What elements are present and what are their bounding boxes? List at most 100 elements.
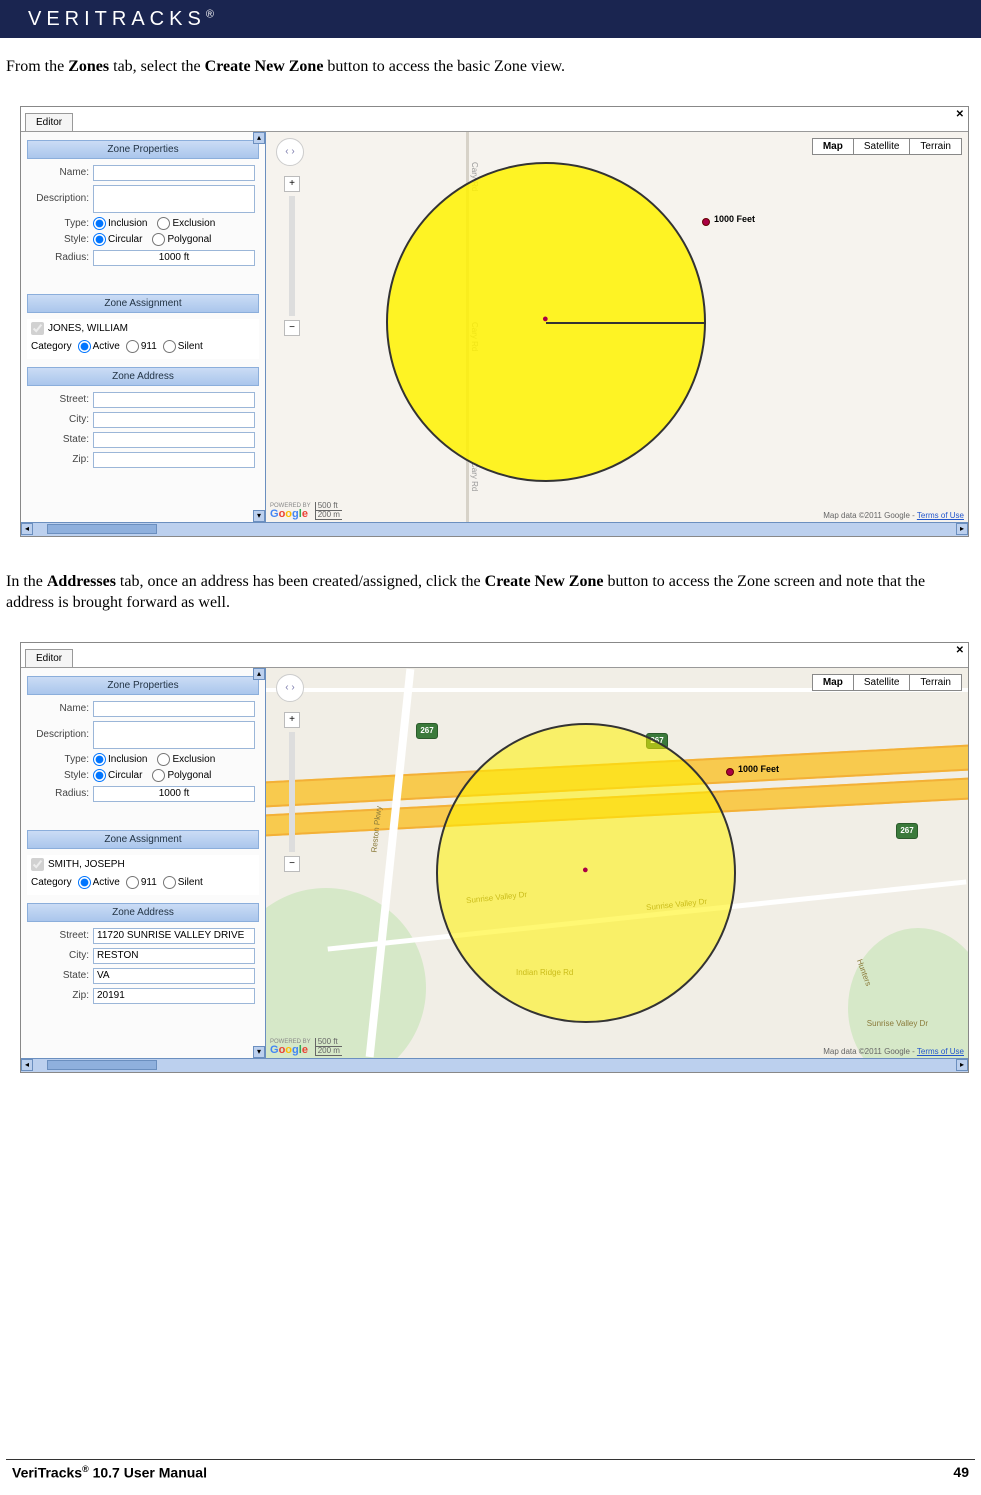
zoom-out-button[interactable]: − [284, 320, 300, 336]
zone-center-marker[interactable] [544, 320, 552, 328]
label-zip: Zip: [31, 454, 89, 465]
map-type-satellite[interactable]: Satellite [853, 674, 911, 691]
radius-input[interactable] [93, 786, 255, 802]
map-type-satellite[interactable]: Satellite [853, 138, 911, 155]
map-type-terrain[interactable]: Terrain [909, 674, 962, 691]
pan-control[interactable]: ‹ › [276, 674, 304, 702]
label-style: Style: [31, 770, 89, 781]
screenshot-zone-editor-2: ✕ Editor ▴ Zone Properties Name: Descrip… [20, 642, 969, 1073]
map-type-selector[interactable]: Map Satellite Terrain [813, 674, 962, 691]
map-copyright: Map data ©2011 Google - Terms of Use [823, 1047, 964, 1056]
label-zip: Zip: [31, 990, 89, 1001]
map-canvas[interactable]: Cary Rd Cary Rd Cary Rd 1000 Feet ‹ › + … [266, 132, 968, 522]
radio-exclusion[interactable]: Exclusion [157, 217, 215, 230]
screenshot-zone-editor-1: ✕ Editor ▴ Zone Properties Name: Descrip… [20, 106, 969, 537]
label-category: Category [31, 877, 72, 888]
description-input[interactable] [93, 185, 255, 213]
horizontal-scrollbar[interactable]: ◂▸ [21, 1058, 968, 1072]
tab-editor[interactable]: Editor [25, 113, 73, 131]
label-state: State: [31, 970, 89, 981]
label-street: Street: [31, 394, 89, 405]
map-type-selector[interactable]: Map Satellite Terrain [813, 138, 962, 155]
label-category: Category [31, 341, 72, 352]
label-style: Style: [31, 234, 89, 245]
sidebar-panel: ▴ Zone Properties Name: Description: Typ… [21, 132, 266, 522]
page-footer: VeriTracks® 10.7 User Manual 49 [6, 1459, 975, 1481]
scroll-down-icon[interactable]: ▾ [253, 510, 265, 522]
brand-bar: VERITRACKS® [0, 0, 981, 38]
zoom-control[interactable]: + − [284, 176, 300, 336]
map-type-terrain[interactable]: Terrain [909, 138, 962, 155]
label-street: Street: [31, 930, 89, 941]
map-type-map[interactable]: Map [812, 674, 854, 691]
label-radius: Radius: [31, 788, 89, 799]
zoom-in-button[interactable]: + [284, 176, 300, 192]
scroll-up-icon[interactable]: ▴ [253, 132, 265, 144]
name-input[interactable] [93, 701, 255, 717]
terms-link[interactable]: Terms of Use [917, 1047, 964, 1056]
radio-silent[interactable]: Silent [163, 340, 203, 353]
terms-link[interactable]: Terms of Use [917, 511, 964, 520]
assignee-row[interactable]: JONES, WILLIAM [27, 319, 259, 338]
section-zone-properties: Zone Properties [27, 676, 259, 695]
city-input[interactable] [93, 412, 255, 428]
close-icon[interactable]: ✕ [956, 109, 964, 120]
road-label: Sunrise Valley Dr [867, 1019, 928, 1028]
route-shield: 267 [896, 823, 918, 839]
zoom-in-button[interactable]: + [284, 712, 300, 728]
radio-polygonal[interactable]: Polygonal [152, 233, 211, 246]
section-zone-address: Zone Address [27, 903, 259, 922]
label-description: Description: [31, 193, 89, 204]
street-input[interactable] [93, 392, 255, 408]
state-input[interactable] [93, 968, 255, 984]
instruction-paragraph-2: In the Addresses tab, once an address ha… [0, 565, 981, 614]
pan-control[interactable]: ‹ › [276, 138, 304, 166]
tab-editor[interactable]: Editor [25, 649, 73, 667]
description-input[interactable] [93, 721, 255, 749]
radio-polygonal[interactable]: Polygonal [152, 769, 211, 782]
city-input[interactable] [93, 948, 255, 964]
section-zone-assignment: Zone Assignment [27, 294, 259, 313]
label-city: City: [31, 414, 89, 425]
radio-inclusion[interactable]: Inclusion [93, 753, 147, 766]
sidebar-panel: ▴ Zone Properties Name: Description: Typ… [21, 668, 266, 1058]
radio-exclusion[interactable]: Exclusion [157, 753, 215, 766]
route-shield: 267 [416, 723, 438, 739]
section-zone-properties: Zone Properties [27, 140, 259, 159]
zone-center-marker[interactable] [584, 871, 592, 879]
scroll-down-icon[interactable]: ▾ [253, 1046, 265, 1058]
brand-logo: VERITRACKS® [28, 8, 214, 31]
zoom-out-button[interactable]: − [284, 856, 300, 872]
zip-input[interactable] [93, 452, 255, 468]
scroll-up-icon[interactable]: ▴ [253, 668, 265, 680]
name-input[interactable] [93, 165, 255, 181]
section-zone-address: Zone Address [27, 367, 259, 386]
instruction-paragraph-1: From the Zones tab, select the Create Ne… [0, 50, 981, 78]
radio-active[interactable]: Active [78, 876, 120, 889]
map-attribution: POWERED BYGoogle 500 ft200 m [270, 502, 342, 520]
section-zone-assignment: Zone Assignment [27, 830, 259, 849]
zip-input[interactable] [93, 988, 255, 1004]
street-input[interactable] [93, 928, 255, 944]
radio-active[interactable]: Active [78, 340, 120, 353]
radius-handle[interactable] [702, 218, 710, 226]
radio-inclusion[interactable]: Inclusion [93, 217, 147, 230]
assignee-row[interactable]: SMITH, JOSEPH [27, 855, 259, 874]
map-canvas[interactable]: Sunset Hills Rd Reston Pkwy Sunrise Vall… [266, 668, 968, 1058]
map-type-map[interactable]: Map [812, 138, 854, 155]
radius-label: 1000 Feet [738, 764, 779, 774]
zoom-control[interactable]: + − [284, 712, 300, 872]
radio-911[interactable]: 911 [126, 876, 157, 889]
radio-911[interactable]: 911 [126, 340, 157, 353]
radio-circular[interactable]: Circular [93, 769, 142, 782]
label-type: Type: [31, 754, 89, 765]
radio-silent[interactable]: Silent [163, 876, 203, 889]
radio-circular[interactable]: Circular [93, 233, 142, 246]
label-name: Name: [31, 703, 89, 714]
label-city: City: [31, 950, 89, 961]
close-icon[interactable]: ✕ [956, 645, 964, 656]
radius-input[interactable] [93, 250, 255, 266]
state-input[interactable] [93, 432, 255, 448]
radius-handle[interactable] [726, 768, 734, 776]
horizontal-scrollbar[interactable]: ◂▸ [21, 522, 968, 536]
